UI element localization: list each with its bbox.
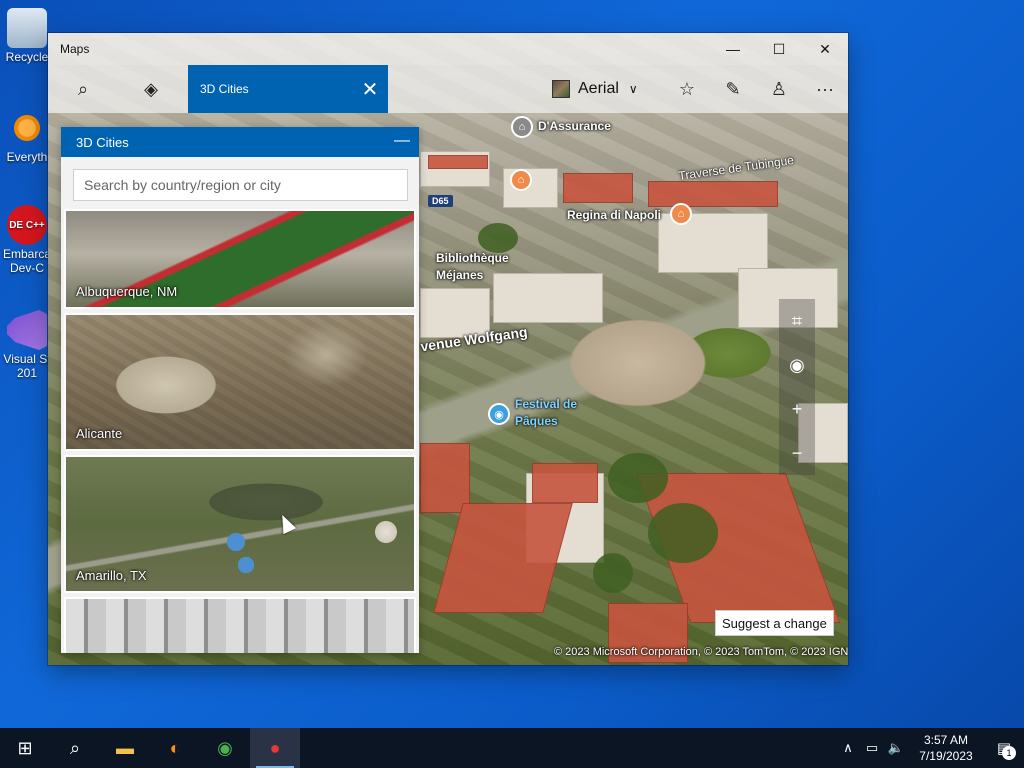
maximize-button[interactable]: ☐ <box>756 33 802 65</box>
city-card-albuquerque[interactable]: Albuquerque, NM <box>64 209 416 309</box>
map-label-festival: Festival de <box>515 397 578 411</box>
close-icon[interactable]: ✕ <box>358 77 382 101</box>
poi-camera-icon[interactable]: ◉ <box>488 403 510 425</box>
city-search-input[interactable] <box>84 177 407 193</box>
clock[interactable]: 3:57 AM 7/19/2023 <box>908 732 984 764</box>
map-tree <box>593 553 633 593</box>
network-icon[interactable]: ▭ <box>860 728 884 768</box>
clock-time: 3:57 AM <box>923 733 969 747</box>
map-building <box>493 273 603 323</box>
road-shield: D65 <box>428 195 453 207</box>
visual-studio-icon <box>7 310 47 350</box>
map-tree <box>478 223 518 253</box>
map-roof <box>563 173 633 203</box>
ink-icon[interactable]: ✎ <box>710 65 756 113</box>
poi-marker-icon[interactable]: ⌂ <box>670 203 692 225</box>
close-button[interactable]: ✕ <box>802 33 848 65</box>
desktop-icon-label: Everyth <box>6 150 48 164</box>
map-copyright: © 2023 Microsoft Corporation, © 2023 Tom… <box>554 646 848 658</box>
desktop-icon-visual-studio[interactable]: Visual St 201 <box>0 310 54 380</box>
desktop-icon-label: Dev-C <box>9 261 44 275</box>
map-style-label: Aerial <box>578 80 619 97</box>
desktop-icon-everything[interactable]: Everyth <box>0 108 54 164</box>
volume-muted-icon[interactable]: 🔈 <box>884 728 908 768</box>
map-label-bibliotheque: Bibliothèque <box>436 251 509 265</box>
city-card-next[interactable] <box>64 597 416 653</box>
map-label-assurance: D'Assurance <box>538 119 611 133</box>
zoom-out-button[interactable]: − <box>779 431 815 475</box>
city-list: Albuquerque, NM Alicante Amarillo, TX <box>64 209 416 653</box>
city-card-amarillo[interactable]: Amarillo, TX <box>64 455 416 593</box>
city-name: Alicante <box>76 426 123 441</box>
maps-window: ⌂ D'Assurance D65 ⌂ Bibliothèque Méjanes… <box>48 33 848 665</box>
firefox-icon[interactable]: ◐ <box>150 728 200 768</box>
map-label-regina: Regina di Napoli <box>567 208 662 222</box>
map-tree <box>648 503 718 563</box>
everything-icon <box>7 108 47 148</box>
devcpp-icon: DE C++ <box>7 205 47 245</box>
taskbar: ⊞ ⌕ ▬ ◐ ◉ ● ∧ ▭ 🔈 3:57 AM 7/19/2023 ▤ 1 <box>0 728 1024 768</box>
poi-marker-icon[interactable]: ⌂ <box>510 169 532 191</box>
city-name: Albuquerque, NM <box>76 284 178 299</box>
panel-title: 3D Cities <box>76 134 129 150</box>
city-search[interactable] <box>73 169 408 201</box>
maps-toolbar: ⌕ ◈ 3D Cities ✕ Aerial ∨ ☆ ✎ ♙ ··· <box>48 65 848 113</box>
tray-chevron-up-icon[interactable]: ∧ <box>836 728 860 768</box>
recycle-bin-icon <box>7 8 47 48</box>
minimize-button[interactable]: — <box>710 33 756 65</box>
clock-date: 7/19/2023 <box>919 749 973 763</box>
city-name: Amarillo, TX <box>76 568 147 583</box>
desktop-icon-label: 201 <box>16 366 38 380</box>
map-style-selector[interactable]: Aerial ∨ <box>552 73 638 105</box>
tab-label: 3D Cities <box>200 82 249 96</box>
favorites-icon[interactable]: ☆ <box>664 65 710 113</box>
zoom-in-button[interactable]: + <box>779 387 815 431</box>
desktop-icon-label: Visual St <box>3 352 51 366</box>
directions-icon[interactable]: ◈ <box>128 65 174 113</box>
window-title: Maps <box>60 42 90 56</box>
map-roof <box>428 155 488 169</box>
account-icon[interactable]: ♙ <box>756 65 802 113</box>
tab-3d-cities[interactable]: 3D Cities ✕ <box>188 65 388 113</box>
panel-header: 3D Cities — <box>61 127 419 157</box>
aerial-thumbnail-icon <box>552 80 570 98</box>
taskbar-search-icon[interactable]: ⌕ <box>50 728 100 768</box>
map-label-traverse: Traverse de Tubingue <box>677 152 795 184</box>
desktop-icon-label: Recycle <box>5 50 49 64</box>
notification-count-badge: 1 <box>1002 746 1016 760</box>
map-tree <box>608 453 668 503</box>
desktop-icon-embarcadero-devc[interactable]: DE C++ Embarca Dev-C <box>0 205 54 275</box>
notification-center-button[interactable]: ▤ 1 <box>984 728 1024 768</box>
chevron-down-icon: ∨ <box>628 82 638 96</box>
maps-taskbar-icon[interactable]: ● <box>250 728 300 768</box>
map-roof <box>532 463 598 503</box>
desktop-icon-label: Embarca <box>2 247 52 261</box>
suggest-a-change-button[interactable]: Suggest a change <box>715 610 834 636</box>
locate-me-icon[interactable]: ◉ <box>779 343 815 387</box>
map-label-mejanes: Méjanes <box>436 268 484 282</box>
system-tray: ∧ ▭ 🔈 3:57 AM 7/19/2023 ▤ 1 <box>836 728 1024 768</box>
desktop-icon-recycle-bin[interactable]: Recycle <box>0 8 54 64</box>
tilt-grid-icon[interactable]: ⌗ <box>779 299 815 343</box>
chrome-icon[interactable]: ◉ <box>200 728 250 768</box>
map-label-paques: Pâques <box>515 414 558 428</box>
panel-minimize-button[interactable]: — <box>393 132 411 150</box>
search-icon[interactable]: ⌕ <box>60 65 106 113</box>
map-roof <box>433 503 573 613</box>
poi-marker-icon[interactable]: ⌂ <box>511 116 533 138</box>
city-card-alicante[interactable]: Alicante <box>64 313 416 451</box>
title-bar[interactable]: Maps — ☐ ✕ <box>48 33 848 65</box>
map-controls: ⌗ ◉ + − <box>779 299 815 475</box>
3d-cities-panel: 3D Cities — Albuquerque, NM Alicante Ama… <box>61 127 419 653</box>
file-explorer-icon[interactable]: ▬ <box>100 728 150 768</box>
map-roof <box>648 181 778 207</box>
start-button[interactable]: ⊞ <box>0 728 50 768</box>
more-icon[interactable]: ··· <box>802 65 848 113</box>
